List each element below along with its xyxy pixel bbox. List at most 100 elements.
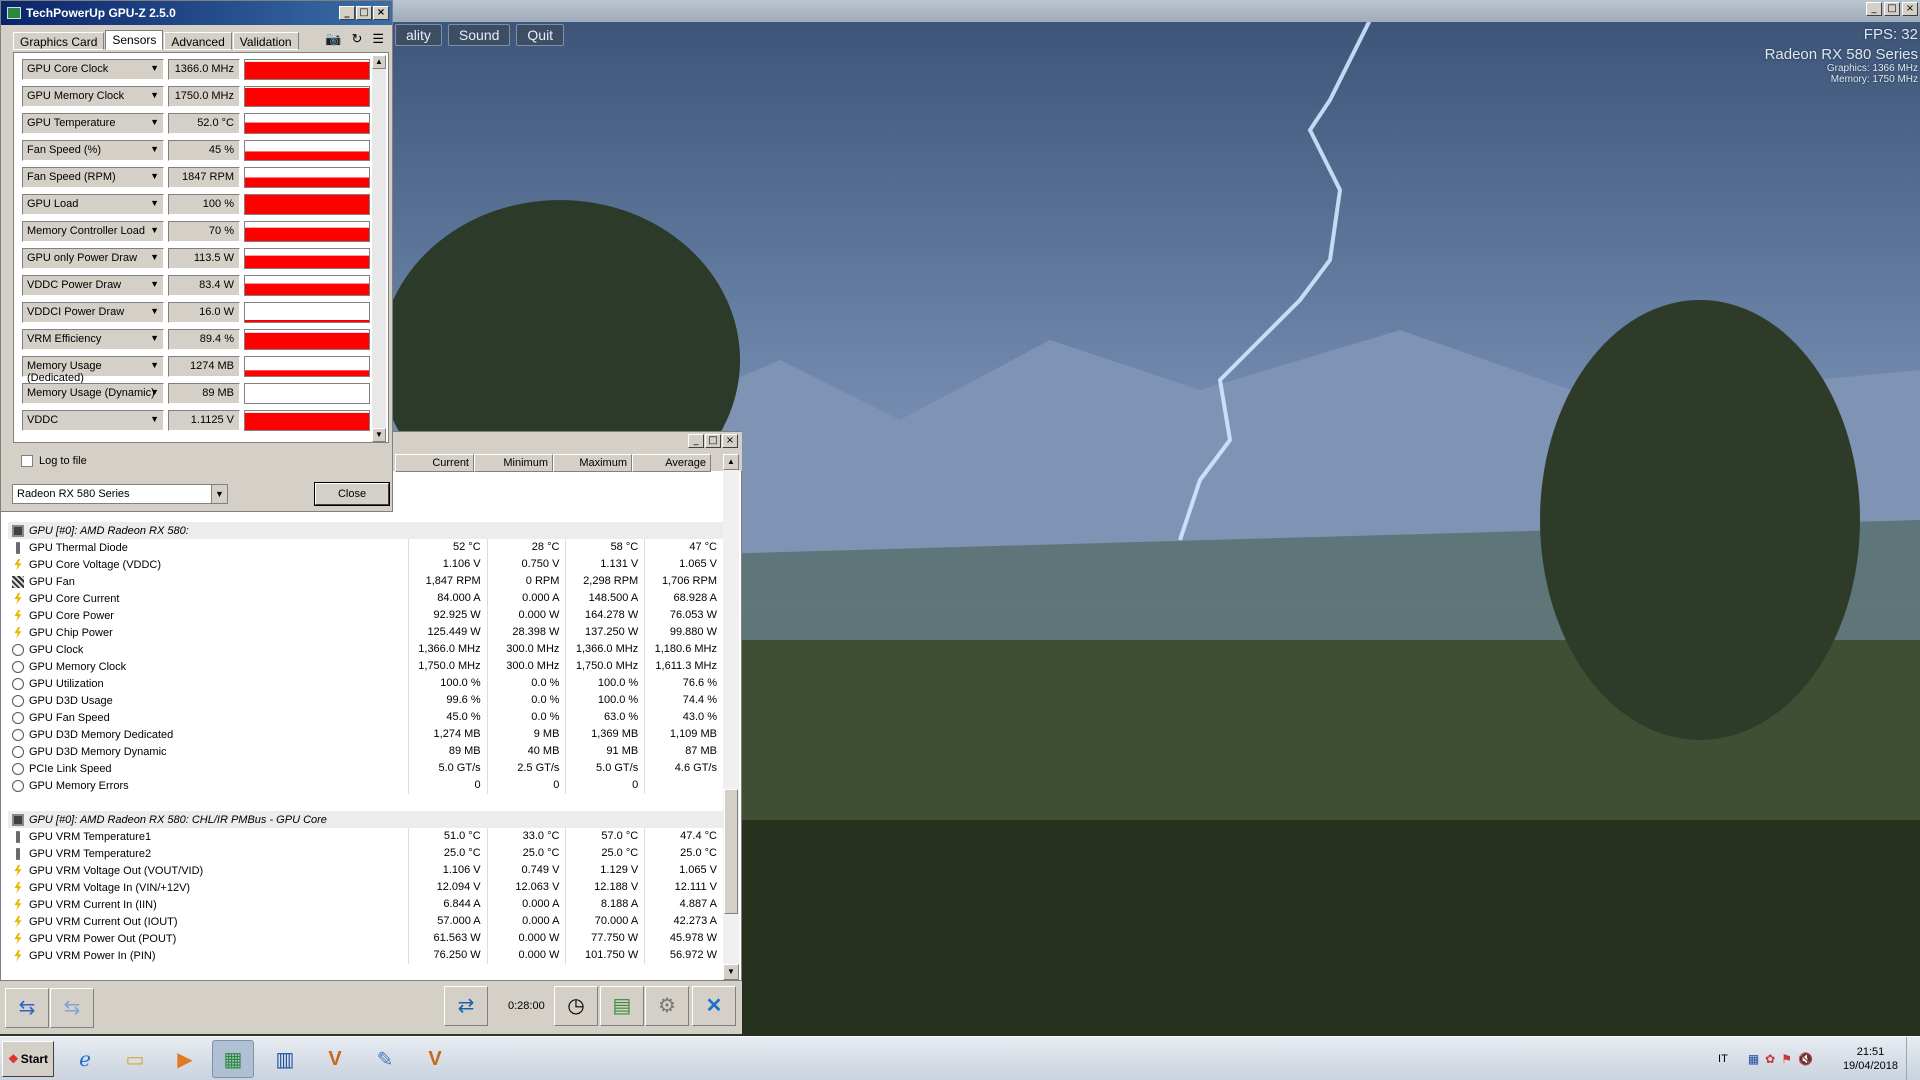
table-row[interactable]: PCIe Link Speed 5.0 GT/s 2.5 GT/s 5.0 GT/s 4… [8, 760, 723, 777]
chevron-down-icon: ▼ [150, 225, 159, 235]
table-row[interactable]: GPU Memory Clock 1,750.0 MHz 300.0 MHz 1,75… [8, 658, 723, 675]
game-window-titlebar[interactable]: _ □ × [380, 0, 1920, 22]
table-row[interactable]: GPU Clock 1,366.0 MHz 300.0 MHz 1,366.0 MHz… [8, 641, 723, 658]
scroll-down-icon[interactable]: ▼ [723, 964, 739, 980]
table-row[interactable]: GPU D3D Memory Dedicated 1,274 MB 9 MB 1,36… [8, 726, 723, 743]
table-row[interactable]: GPU Fan Speed 45.0 % 0.0 % 63.0 % 43.0 % [8, 709, 723, 726]
internet-explorer-icon[interactable]: ℯ [64, 1040, 106, 1078]
paint-icon[interactable]: ✎ [364, 1040, 406, 1078]
game-minimize-button[interactable]: _ [1866, 2, 1882, 16]
gpuz-maximize-button[interactable]: □ [356, 6, 372, 20]
sensor-name-dropdown[interactable]: VDDCI Power Draw ▼ [22, 302, 164, 323]
table-row[interactable]: GPU Core Power 92.925 W 0.000 W 164.278 W 76… [8, 607, 723, 624]
close-button[interactable]: Close [314, 482, 390, 506]
table-row[interactable]: GPU Utilization 100.0 % 0.0 % 100.0 % 76.6 % [8, 675, 723, 692]
sensor-name-dropdown[interactable]: VDDC ▼ [22, 410, 164, 431]
benchmark-app-2-icon[interactable]: V [414, 1040, 456, 1078]
gpuz-titlebar[interactable]: TechPowerUp GPU-Z 2.5.0 _ □ × [1, 1, 392, 25]
table-row[interactable]: GPU VRM Power Out (POUT) 61.563 W 0.000 W7… [8, 930, 723, 947]
tab-validation[interactable]: Validation [232, 32, 299, 50]
tray-clock[interactable]: 21:51 19/04/2018 [1843, 1045, 1898, 1073]
file-explorer-icon[interactable]: ▭ [114, 1040, 156, 1078]
game-menu-sound-button[interactable]: Sound [447, 24, 511, 46]
table-row[interactable]: GPU Chip Power 125.449 W 28.398 W 137.250 W… [8, 624, 723, 641]
table-row[interactable]: GPU Fan 1,847 RPM 0 RPM 2,298 RPM 1,706 RPM [8, 573, 723, 590]
sensor-name-dropdown[interactable]: VRM Efficiency ▼ [22, 329, 164, 350]
gpuz-scroll-up-icon[interactable]: ▲ [372, 55, 386, 69]
nav-arrows-right-icon[interactable]: ⇆ [50, 988, 94, 1028]
tab-sensors[interactable]: Sensors [105, 30, 164, 50]
sensor-cell: 1,366.0 MHz [565, 641, 644, 658]
table-row[interactable]: GPU VRM Temperature2 25.0 °C 25.0 °C 25.0 °… [8, 845, 723, 862]
table-row[interactable]: GPU VRM Voltage Out (VOUT/VID) 1.106 V 0.7… [8, 862, 723, 879]
log-to-file[interactable]: Log to file [21, 455, 87, 467]
table-row[interactable]: GPU D3D Memory Dynamic 89 MB 40 MB 91 MB 87 … [8, 743, 723, 760]
start-button[interactable]: ❖ Start [2, 1041, 54, 1077]
sensor-cell: 5.0 GT/s [565, 760, 644, 777]
flag-tray-icon[interactable]: ⚑ [1781, 1052, 1792, 1066]
camera-icon[interactable]: 📷 [325, 31, 341, 47]
sensor-name-dropdown[interactable]: GPU Core Clock ▼ [22, 59, 164, 80]
sensor-name-dropdown[interactable]: GPU Load ▼ [22, 194, 164, 215]
table-row[interactable]: GPU Core Voltage (VDDC) 1.106 V 0.750 V 1.1… [8, 556, 723, 573]
sensor-label: GPU Fan [29, 575, 75, 588]
close-x-icon[interactable]: ✕ [692, 986, 736, 1026]
sensor-cell: 25.0 °C [565, 845, 644, 862]
sensor-name-dropdown[interactable]: Fan Speed (RPM) ▼ [22, 167, 164, 188]
game-menu-quit-button[interactable]: Quit [516, 24, 565, 46]
scroll-up-icon[interactable]: ▲ [723, 454, 739, 470]
sensor-name-dropdown[interactable]: GPU only Power Draw ▼ [22, 248, 164, 269]
table-row[interactable]: GPU VRM Power In (PIN) 76.250 W 0.000 W 101… [8, 947, 723, 964]
game-menu-quality-button[interactable]: ality [395, 24, 442, 46]
sensor-name-dropdown[interactable]: VDDC Power Draw ▼ [22, 275, 164, 296]
sensor-group-header[interactable]: GPU [#0]: AMD Radeon RX 580: CHL/IR PMBu… [8, 811, 723, 828]
chevron-down-icon[interactable]: ▼ [211, 485, 227, 503]
sensor-name-dropdown[interactable]: GPU Memory Clock ▼ [22, 86, 164, 107]
benchmark-app-icon[interactable]: V [314, 1040, 356, 1078]
gpuz-close-icon[interactable]: × [373, 6, 389, 20]
table-row[interactable]: GPU VRM Current In (IIN) 6.844 A 0.000 A 8.… [8, 896, 723, 913]
log-to-file-checkbox[interactable] [21, 455, 33, 467]
sensor-group-header[interactable]: GPU [#0]: AMD Radeon RX 580: [8, 522, 723, 539]
sensor-name-dropdown[interactable]: Memory Controller Load ▼ [22, 221, 164, 242]
device-select[interactable]: Radeon RX 580 Series ▼ [12, 484, 228, 504]
menu-icon[interactable]: ☰ [372, 31, 384, 47]
app-tray-icon[interactable]: ✿ [1765, 1052, 1775, 1066]
table-row[interactable]: GPU Thermal Diode 52 °C 28 °C 58 °C 47 °C [8, 539, 723, 556]
gpuz-scroll-down-icon[interactable]: ▼ [372, 428, 386, 442]
table-row[interactable]: GPU VRM Current Out (IOUT) 57.000 A 0.000 … [8, 913, 723, 930]
sensor-name-dropdown[interactable]: Memory Usage (Dynamic) ▼ [22, 383, 164, 404]
sensor-name-dropdown[interactable]: GPU Temperature ▼ [22, 113, 164, 134]
gpuz-taskbar-icon[interactable]: ▦ [212, 1040, 254, 1078]
clock-reset-icon[interactable]: ◷ [554, 986, 598, 1026]
table-row[interactable]: GPU VRM Voltage In (VIN/+12V) 12.094 V 12.… [8, 879, 723, 896]
game-close-button[interactable]: × [1902, 2, 1918, 16]
media-player-icon[interactable]: ▶ [164, 1040, 206, 1078]
table-row[interactable]: GPU VRM Temperature1 51.0 °C 33.0 °C 57.0 °… [8, 828, 723, 845]
volume-muted-icon[interactable]: 🔇 [1798, 1052, 1813, 1066]
sensor-name-dropdown[interactable]: Fan Speed (%) ▼ [22, 140, 164, 161]
sensor-cell: 61.563 W [407, 930, 487, 947]
table-row[interactable]: GPU D3D Usage 99.6 % 0.0 % 100.0 % 74.4 % [8, 692, 723, 709]
hwinfo-scroll-thumb[interactable] [724, 789, 738, 914]
settings-gear-icon[interactable]: ⚙ [645, 986, 689, 1026]
tab-graphics-card[interactable]: Graphics Card [13, 32, 105, 50]
refresh-icon[interactable]: ↻ [351, 31, 362, 47]
hwinfo-taskbar-icon[interactable]: ▥ [264, 1040, 306, 1078]
network-icon[interactable]: ⇄ [444, 986, 488, 1026]
gpuz-minimize-button[interactable]: _ [339, 6, 355, 20]
nav-arrows-left-icon[interactable]: ⇆ [5, 988, 49, 1028]
tab-advanced[interactable]: Advanced [164, 32, 232, 50]
network-tray-icon[interactable]: ▦ [1748, 1052, 1759, 1066]
show-desktop-button[interactable] [1906, 1037, 1920, 1080]
table-row[interactable]: GPU Core Current 84.000 A 0.000 A 148.500 A… [8, 590, 723, 607]
hwinfo-scrollbar[interactable]: ▲ ▼ [723, 454, 739, 980]
game-maximize-button[interactable]: □ [1884, 2, 1900, 16]
sensor-cell: 5.0 GT/s [407, 760, 487, 777]
sensor-name-dropdown[interactable]: Memory Usage (Dedicated) ▼ [22, 356, 164, 384]
language-indicator[interactable]: IT [1718, 1053, 1728, 1065]
gpuz-scrollbar[interactable]: ▲ ▼ [372, 55, 386, 442]
table-row[interactable]: GPU Memory Errors 0 0 0 [8, 777, 723, 794]
report-icon[interactable]: ▤ [600, 986, 644, 1026]
hwinfo-close-button[interactable]: × [722, 434, 738, 448]
